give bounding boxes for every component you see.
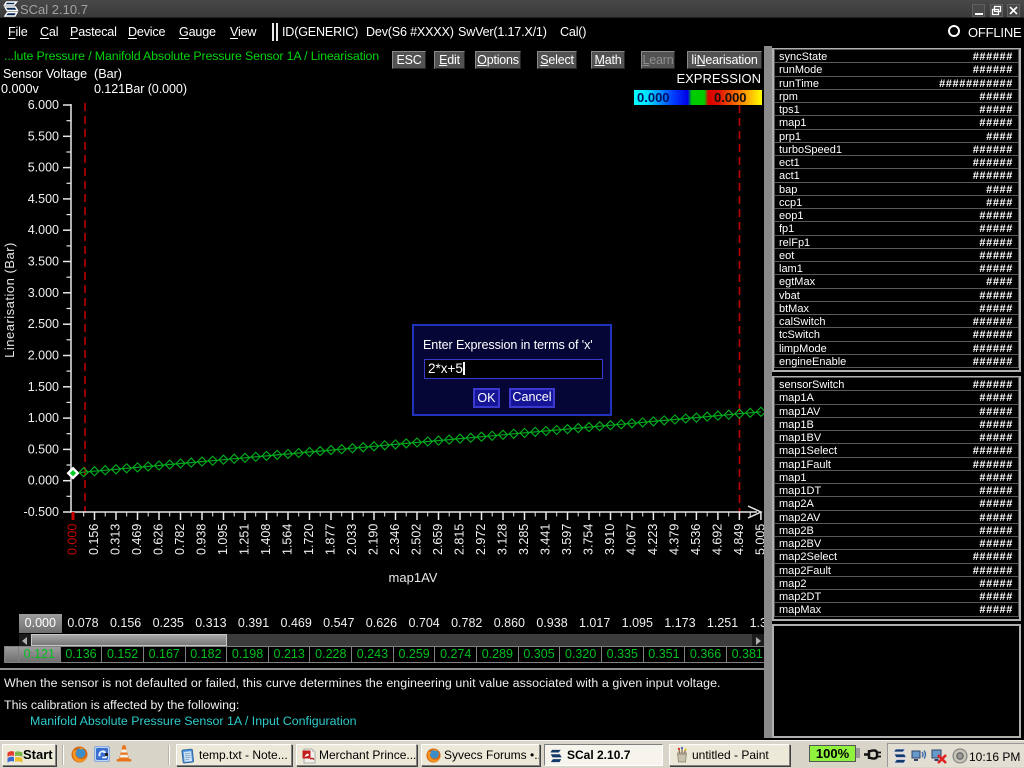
svg-text:0.469: 0.469	[130, 524, 144, 555]
svg-text:2.659: 2.659	[431, 524, 445, 555]
svg-text:2.033: 2.033	[345, 524, 359, 555]
svg-text:2.000: 2.000	[28, 349, 59, 363]
svg-text:3.500: 3.500	[28, 255, 59, 269]
svg-text:2.972: 2.972	[474, 524, 488, 555]
svg-text:3.000: 3.000	[28, 286, 59, 300]
svg-text:0.938: 0.938	[195, 524, 209, 555]
svg-text:3.128: 3.128	[496, 524, 510, 555]
svg-text:-0.500: -0.500	[24, 505, 59, 519]
svg-text:3.285: 3.285	[517, 524, 531, 555]
svg-text:1.877: 1.877	[324, 524, 338, 555]
svg-text:1.408: 1.408	[259, 524, 273, 555]
svg-text:5.500: 5.500	[28, 129, 59, 143]
svg-text:0.313: 0.313	[109, 524, 123, 555]
svg-text:0.782: 0.782	[173, 524, 187, 555]
svg-text:1.500: 1.500	[28, 380, 59, 394]
svg-text:0.000: 0.000	[66, 524, 80, 555]
svg-text:0.156: 0.156	[87, 524, 101, 555]
svg-text:2.502: 2.502	[410, 524, 424, 555]
svg-text:1.095: 1.095	[216, 524, 230, 555]
svg-text:4.500: 4.500	[28, 192, 59, 206]
svg-text:4.692: 4.692	[710, 524, 724, 555]
svg-text:4.536: 4.536	[689, 524, 703, 555]
svg-text:6.000: 6.000	[28, 98, 59, 112]
svg-text:5.000: 5.000	[28, 161, 59, 175]
svg-text:4.000: 4.000	[28, 223, 59, 237]
svg-text:3.910: 3.910	[603, 524, 617, 555]
svg-text:3.597: 3.597	[560, 524, 574, 555]
svg-text:2.190: 2.190	[367, 524, 381, 555]
svg-text:0.626: 0.626	[152, 524, 166, 555]
svg-text:1.000: 1.000	[28, 411, 59, 425]
svg-text:4.379: 4.379	[667, 524, 681, 555]
svg-text:4.849: 4.849	[732, 524, 746, 555]
svg-text:2.346: 2.346	[388, 524, 402, 555]
svg-text:1.564: 1.564	[281, 524, 295, 555]
svg-text:2.815: 2.815	[453, 524, 467, 555]
svg-text:1.720: 1.720	[302, 524, 316, 555]
svg-text:0.000: 0.000	[28, 474, 59, 488]
svg-text:4.223: 4.223	[646, 524, 660, 555]
svg-text:1.251: 1.251	[238, 524, 252, 555]
svg-text:0.500: 0.500	[28, 442, 59, 456]
svg-text:3.441: 3.441	[539, 524, 553, 555]
svg-text:2.500: 2.500	[28, 317, 59, 331]
svg-text:4.067: 4.067	[624, 524, 638, 555]
svg-text:3.754: 3.754	[582, 524, 596, 555]
